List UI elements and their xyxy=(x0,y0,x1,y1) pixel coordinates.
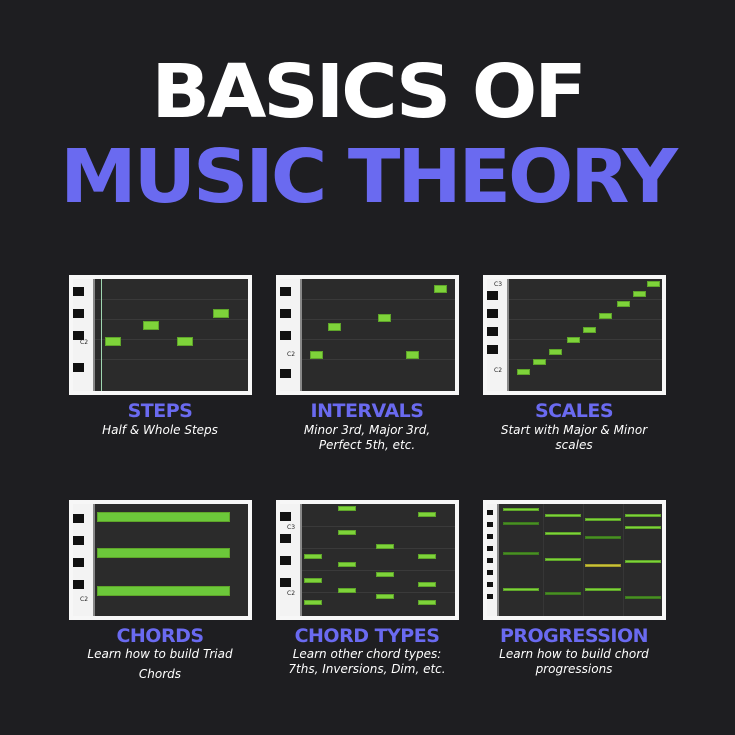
note xyxy=(338,530,356,535)
piano-roll-scales: C3 C2 xyxy=(483,275,666,395)
card-desc-chords-2: Chords xyxy=(138,667,182,681)
key-label-c2: C2 xyxy=(494,367,503,374)
card-label-chords: CHORDS xyxy=(116,625,204,647)
note xyxy=(503,522,539,525)
note xyxy=(625,514,661,517)
note xyxy=(599,313,612,319)
piano-keys: C3 C2 xyxy=(280,504,302,616)
note xyxy=(545,532,581,535)
note xyxy=(378,314,391,322)
card-desc-chord-types-2: 7ths, Inversions, Dim, etc. xyxy=(288,662,446,676)
note xyxy=(545,514,581,517)
note xyxy=(105,337,121,346)
key-label-c2: C2 xyxy=(287,351,296,358)
note xyxy=(213,309,229,318)
note xyxy=(376,594,394,599)
note xyxy=(625,526,661,529)
card-label-steps: STEPS xyxy=(127,400,193,422)
piano-roll-intervals: C2 xyxy=(276,275,459,395)
note xyxy=(583,327,596,333)
note xyxy=(418,554,436,559)
piano-roll-chords: C2 xyxy=(69,500,252,620)
note xyxy=(304,578,322,583)
note xyxy=(97,586,230,596)
card-desc-steps-1: Half & Whole Steps xyxy=(102,423,218,437)
note xyxy=(585,588,621,591)
note xyxy=(338,562,356,567)
note xyxy=(549,349,562,355)
card-desc-scales-1: Start with Major & Minor xyxy=(500,423,648,437)
card-desc-chord-types-1: Learn other chord types: xyxy=(292,647,442,661)
key-label-c3: C3 xyxy=(494,281,503,288)
note xyxy=(310,351,323,359)
card-label-intervals: INTERVALS xyxy=(310,400,424,422)
card-desc-chords-1: Learn how to build Triad xyxy=(87,647,233,661)
note xyxy=(338,506,356,511)
title-line-2: MUSIC THEORY xyxy=(60,134,678,220)
note xyxy=(406,351,419,359)
note xyxy=(418,600,436,605)
card-desc-progression-1: Learn how to build chord xyxy=(499,647,649,661)
note xyxy=(328,323,341,331)
note xyxy=(517,369,530,375)
note xyxy=(545,592,581,595)
piano-keys: C2 xyxy=(280,279,302,391)
note xyxy=(633,291,646,297)
title-line-1: BASICS OF xyxy=(151,49,586,135)
note xyxy=(338,588,356,593)
piano-roll-progression xyxy=(483,500,666,620)
piano-keys: C2 xyxy=(73,504,95,616)
card-desc-progression-2: progressions xyxy=(535,662,613,676)
note xyxy=(304,554,322,559)
card-desc-intervals-2: Perfect 5th, etc. xyxy=(318,438,416,452)
note xyxy=(97,548,230,558)
note xyxy=(567,337,580,343)
note xyxy=(625,596,661,599)
note xyxy=(418,512,436,517)
piano-keys xyxy=(487,504,499,616)
key-label-c2: C2 xyxy=(80,339,89,346)
note xyxy=(376,572,394,577)
note xyxy=(585,536,621,539)
note xyxy=(585,564,621,567)
note xyxy=(418,582,436,587)
note xyxy=(647,281,660,287)
note xyxy=(533,359,546,365)
card-label-progression: PROGRESSION xyxy=(499,625,649,647)
note xyxy=(503,508,539,511)
key-label-c2: C2 xyxy=(80,596,89,603)
key-label-c3: C3 xyxy=(287,524,296,531)
note xyxy=(304,600,322,605)
piano-keys: C2 xyxy=(73,279,95,391)
note xyxy=(143,321,159,330)
note xyxy=(503,552,539,555)
note xyxy=(503,588,539,591)
piano-roll-steps: C2 xyxy=(69,275,252,395)
card-label-scales: SCALES xyxy=(534,400,614,422)
note xyxy=(177,337,193,346)
note xyxy=(617,301,630,307)
piano-keys: C3 C2 xyxy=(487,279,509,391)
card-desc-scales-2: scales xyxy=(555,438,593,452)
note xyxy=(376,544,394,549)
piano-roll-chord-types: C3 C2 xyxy=(276,500,459,620)
note xyxy=(625,560,661,563)
note xyxy=(97,512,230,522)
card-desc-intervals-1: Minor 3rd, Major 3rd, xyxy=(303,423,431,437)
note xyxy=(545,558,581,561)
card-label-chord-types: CHORD TYPES xyxy=(294,625,440,647)
note xyxy=(585,518,621,521)
key-label-c2: C2 xyxy=(287,590,296,597)
note xyxy=(434,285,447,293)
